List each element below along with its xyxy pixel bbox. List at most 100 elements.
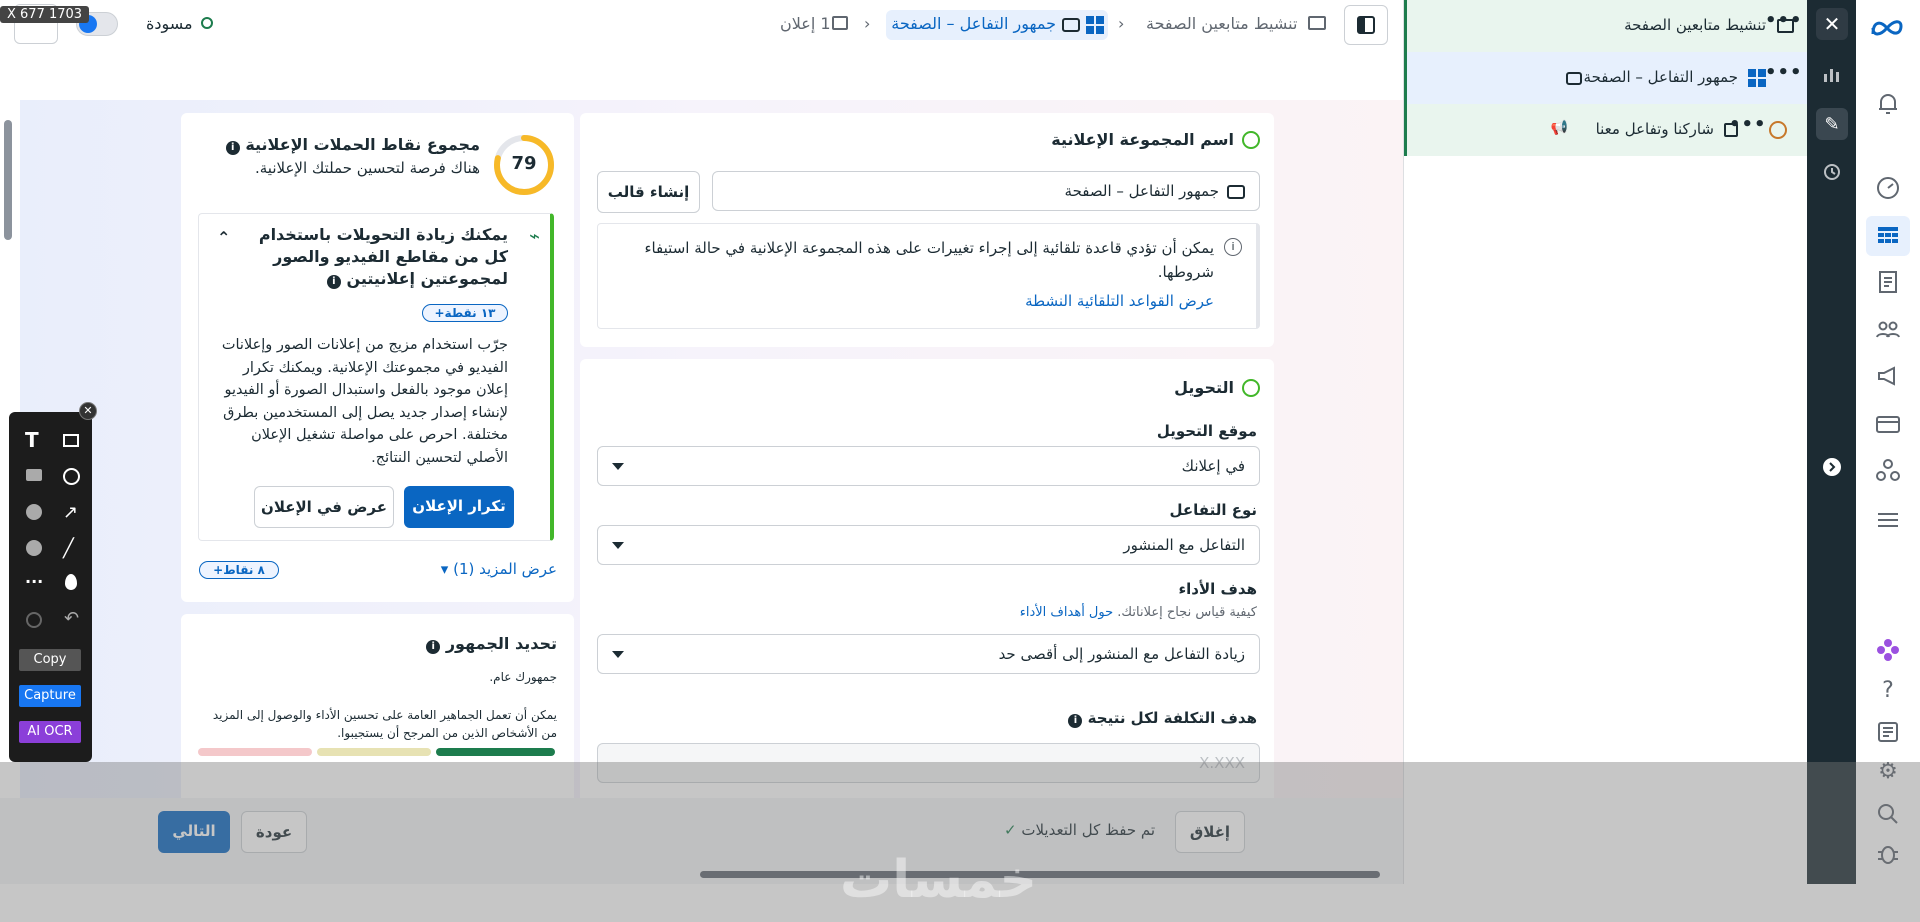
top-bar: مسودة 1 إعلان › جمهور التفاعل – الصفحة ›… bbox=[0, 0, 1403, 50]
all-tools-menu-icon[interactable] bbox=[1874, 506, 1902, 534]
sparkle-icon: ⌁ bbox=[529, 226, 540, 247]
disabled-icon[interactable] bbox=[1769, 121, 1787, 139]
breadcrumb-campaign[interactable]: تنشيط متابعين الصفحة bbox=[1146, 14, 1297, 33]
reports-icon[interactable] bbox=[1874, 268, 1902, 296]
campaign-score-title: مجموع نقاط الحملات الإعلانية i bbox=[225, 135, 480, 155]
watermark-text: خمسات bbox=[840, 850, 1038, 910]
tree-adset-row[interactable]: جمهور التفاعل – الصفحة ••• bbox=[1404, 52, 1808, 104]
breadcrumb-adset[interactable]: جمهور التفاعل – الصفحة bbox=[886, 10, 1108, 40]
draft-status-dot-icon bbox=[201, 17, 213, 29]
business-network-icon[interactable] bbox=[1874, 456, 1902, 484]
callout-tool-icon[interactable] bbox=[26, 469, 42, 481]
performance-goal-select[interactable]: زيادة التفاعل مع المنشور إلى أقصى حد bbox=[597, 634, 1260, 674]
help-question-icon[interactable]: ? bbox=[1874, 678, 1902, 706]
ellipse-tool-icon[interactable] bbox=[63, 468, 80, 485]
performance-goal-label: هدف الأداء bbox=[1178, 580, 1257, 598]
dashboard-gauge-icon[interactable] bbox=[1874, 174, 1902, 202]
megaphone-icon: 📢 bbox=[1550, 120, 1568, 136]
audience-line-2: يمكن أن تعمل الجماهير العامة على تحسين ا… bbox=[212, 708, 557, 740]
history-icon[interactable] bbox=[1816, 156, 1848, 188]
close-icon[interactable]: ✕ bbox=[1816, 8, 1848, 40]
more-tools-icon[interactable]: ··· bbox=[25, 572, 43, 591]
active-rules-link[interactable]: عرض القواعد التلقائية النشطة bbox=[1025, 292, 1214, 310]
chevron-down-icon: ▾ bbox=[440, 560, 449, 578]
chevron-down-icon bbox=[612, 651, 624, 658]
capture-button[interactable]: Capture bbox=[19, 685, 81, 707]
meta-logo-icon[interactable] bbox=[1870, 18, 1904, 46]
tree-campaign-row[interactable]: تنشيط متابعين الصفحة ••• bbox=[1404, 0, 1808, 52]
engagement-type-label: نوع التفاعل bbox=[1169, 501, 1257, 519]
engagement-type-select[interactable]: التفاعل مع المنشور bbox=[597, 525, 1260, 565]
tree-ad-row[interactable]: شاركنا وتفاعل معنا 📢 ••• bbox=[1404, 104, 1808, 156]
chart-icon[interactable] bbox=[1816, 58, 1848, 90]
comment-icon bbox=[1227, 185, 1245, 199]
toggle-sidebar-button[interactable] bbox=[1344, 5, 1388, 45]
chevron-down-icon bbox=[612, 542, 624, 549]
blur-tool-icon[interactable] bbox=[65, 574, 77, 590]
rectangle-tool-icon[interactable] bbox=[63, 434, 79, 447]
performance-goal-link[interactable]: حول أهداف الأداء bbox=[1020, 605, 1113, 620]
breadcrumb-chevron-icon: › bbox=[1118, 14, 1125, 33]
adset-name-title: اسم المجموعة الإعلانية bbox=[1051, 130, 1234, 149]
adset-name-input[interactable]: جمهور التفاعل – الصفحة bbox=[712, 171, 1260, 211]
view-in-ad-button[interactable]: عرض في الإعلان bbox=[254, 486, 394, 528]
duplicate-ad-button[interactable]: تكرار الإعلان bbox=[404, 486, 514, 528]
recommendation-card: ⌁ يمكنك زيادة التحويلات باستخدام كل من م… bbox=[198, 213, 554, 541]
text-tool-icon[interactable]: T bbox=[25, 428, 39, 452]
news-icon[interactable] bbox=[1874, 718, 1902, 746]
recommendation-body: جرّب استخدام مزيج من إعلانات الصور وإعلا… bbox=[221, 337, 508, 466]
coordinate-readout: X 677 1703 bbox=[0, 6, 90, 23]
edit-pencil-icon[interactable]: ✎ bbox=[1816, 108, 1848, 140]
complete-check-icon bbox=[1242, 379, 1260, 397]
breadcrumb-ads[interactable]: 1 إعلان bbox=[780, 14, 831, 33]
show-more-link[interactable]: عرض المزيد (1) ▾ bbox=[441, 560, 557, 578]
ad-doc-icon bbox=[832, 16, 848, 30]
breadcrumb-chevron-icon: › bbox=[864, 14, 871, 33]
annotation-toolbox: ✕ T ↗ ╱ ··· ↶ Copy Capture AI OCR bbox=[9, 402, 97, 762]
adset-name-card: اسم المجموعة الإعلانية إنشاء قالب جمهور … bbox=[580, 113, 1274, 347]
info-icon: i bbox=[1224, 238, 1242, 256]
conversion-location-label: موقع التحويل bbox=[1156, 422, 1257, 440]
comment-icon bbox=[1062, 18, 1080, 32]
automation-info-box: i يمكن أن تؤدي قاعدة تلقائية إلى إجراء ت… bbox=[597, 223, 1260, 329]
more-options-icon[interactable]: ••• bbox=[1765, 10, 1803, 31]
notifications-bell-icon[interactable] bbox=[1874, 90, 1902, 118]
billing-card-icon[interactable] bbox=[1874, 410, 1902, 438]
undo-icon[interactable]: ↶ bbox=[64, 608, 79, 629]
conversion-location-select[interactable]: في إعلانك bbox=[597, 446, 1260, 486]
editor-action-strip: ✕ ✎ bbox=[1807, 0, 1856, 884]
ai-flower-icon[interactable] bbox=[1874, 636, 1902, 664]
chevron-down-icon bbox=[612, 463, 624, 470]
confirm-tool-icon[interactable] bbox=[26, 612, 42, 628]
points-badge: +١٣ نقطة bbox=[422, 304, 508, 322]
audiences-icon[interactable] bbox=[1874, 316, 1902, 344]
more-options-icon[interactable]: ••• bbox=[1765, 62, 1803, 83]
performance-goal-help: كيفية قياس نجاح إعلاناتك. حول أهداف الأد… bbox=[1019, 605, 1257, 620]
info-icon: i bbox=[426, 640, 441, 654]
highlight-tool-icon[interactable] bbox=[26, 504, 42, 520]
info-icon: i bbox=[1068, 714, 1083, 728]
adset-grid-icon bbox=[1748, 69, 1766, 87]
conversion-card: التحويل موقع التحويل في إعلانك نوع التفا… bbox=[580, 359, 1274, 798]
info-icon: i bbox=[326, 275, 341, 289]
audience-meter bbox=[198, 748, 555, 756]
ads-megaphone-icon[interactable] bbox=[1874, 362, 1902, 390]
ai-ocr-button[interactable]: AI OCR bbox=[19, 721, 81, 743]
line-tool-icon[interactable]: ╱ bbox=[63, 538, 74, 559]
campaign-score-card: 79 مجموع نقاط الحملات الإعلانية i هناك ف… bbox=[181, 113, 574, 602]
emoji-tool-icon[interactable] bbox=[26, 540, 42, 556]
score-value: 79 bbox=[511, 153, 537, 174]
score-gauge: 79 bbox=[492, 133, 556, 197]
more-options-icon[interactable]: ••• bbox=[1729, 114, 1767, 135]
draft-status-label: مسودة bbox=[146, 14, 193, 33]
copy-button[interactable]: Copy bbox=[19, 649, 81, 671]
audience-line-1: جمهورك عام. bbox=[489, 670, 557, 684]
campaigns-table-icon[interactable] bbox=[1866, 216, 1910, 256]
close-toolbox-icon[interactable]: ✕ bbox=[79, 402, 97, 420]
expand-chevron-icon[interactable] bbox=[1816, 451, 1848, 483]
arrow-tool-icon[interactable]: ↗ bbox=[63, 502, 78, 523]
create-template-button[interactable]: إنشاء قالب bbox=[597, 171, 700, 213]
audience-title: تحديد الجمهور i bbox=[426, 634, 557, 654]
collapse-chevron-icon[interactable]: ⌃ bbox=[217, 228, 230, 247]
comment-icon bbox=[1566, 72, 1582, 85]
